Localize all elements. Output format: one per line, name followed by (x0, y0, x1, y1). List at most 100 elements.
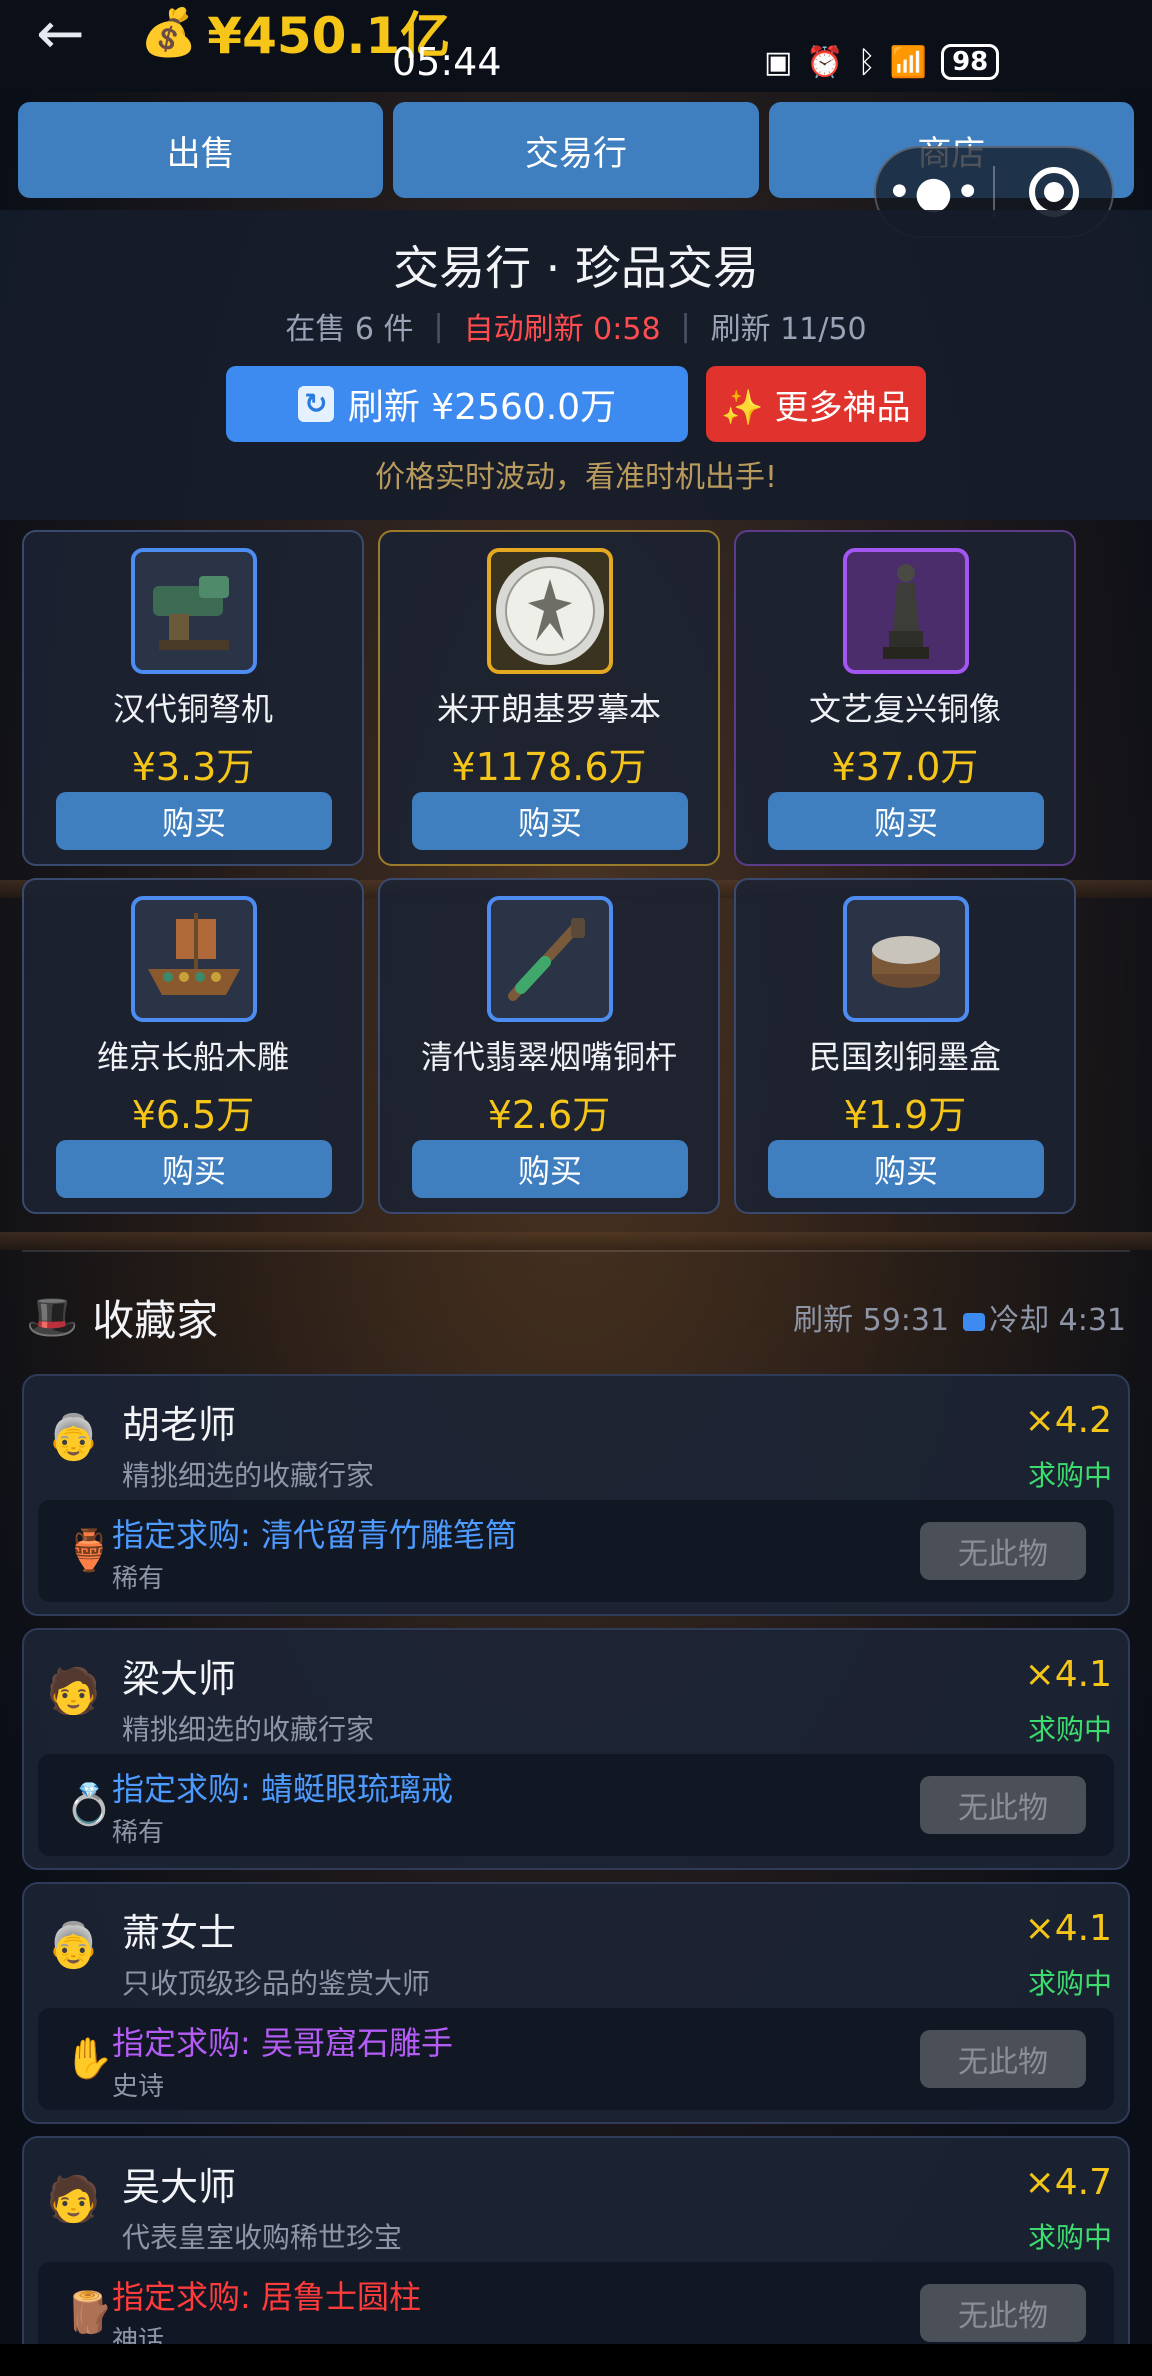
status-badge: 求购中 (1027, 2221, 1112, 2254)
money-bag-icon: 💰 (140, 4, 198, 59)
status-badge: 求购中 (1027, 1713, 1112, 1746)
item-name: 汉代铜弩机 (112, 690, 273, 728)
cooldown-text: 冷却 4:31 (989, 1303, 1126, 1338)
buy-button[interactable]: 购买 (412, 1140, 688, 1198)
item-name: 文艺复兴铜像 (808, 690, 1001, 728)
cooldown-icon (963, 1312, 986, 1331)
request-label: 指定求购: 蜻蜓眼琉璃戒 (112, 1770, 453, 1808)
avatar: 🧑 (46, 1666, 101, 1717)
item-grid: 汉代铜弩机 ¥3.3万 购买 米开朗基罗摹本 ¥1178.6万 购买 文艺复兴铜… (22, 530, 1080, 1214)
item-card: 米开朗基罗摹本 ¥1178.6万 购买 (378, 530, 720, 866)
item-thumbnail[interactable] (487, 548, 613, 674)
item-thumbnail[interactable] (487, 896, 613, 1022)
collector-card: 🧑 吴大师 代表皇室收购稀世珍宝 ×4.7 求购中 🪵 指定求购: 居鲁士圆柱 … (22, 2136, 1130, 2376)
page-title: 交易行 · 珍品交易 (393, 241, 759, 295)
request-label: 指定求购: 吴哥窟石雕手 (112, 2024, 453, 2062)
section-divider (22, 1250, 1130, 1252)
stat-divider: | (680, 308, 691, 344)
stone-hand-icon: ✋ (64, 2036, 114, 2082)
item-card: 清代翡翠烟嘴铜杆 ¥2.6万 购买 (378, 878, 720, 1214)
top-hat-icon: 🎩 (26, 1292, 79, 1341)
refresh-button[interactable]: ↻ 刷新 ¥2560.0万 (226, 366, 688, 442)
price-multiplier: ×4.1 (1024, 1654, 1112, 1695)
refresh-button-label: 刷新 ¥2560.0万 (347, 387, 617, 428)
auto-refresh-timer: 自动刷新 0:58 (463, 312, 661, 347)
collector-list: 👵 胡老师 精挑细选的收藏行家 ×4.2 求购中 🏺 指定求购: 清代留青竹雕笔… (22, 1374, 1130, 2376)
wifi-icon: 📶 (889, 44, 928, 80)
request-label: 指定求购: 清代留青竹雕笔筒 (112, 1516, 517, 1554)
price-multiplier: ×4.2 (1024, 1400, 1112, 1441)
request-rarity: 史诗 (112, 2072, 165, 2102)
on-sale-count: 在售 6 件 (285, 312, 414, 347)
item-price: ¥2.6万 (487, 1093, 611, 1137)
avatar: 🧑 (46, 2174, 101, 2225)
request-box: 💍 指定求购: 蜻蜓眼琉璃戒 稀有 无此物 (38, 1754, 1114, 1856)
collector-name: 梁大师 (122, 1657, 237, 1701)
system-nav-bar (0, 2344, 1152, 2376)
price-multiplier: ×4.1 (1024, 1908, 1112, 1949)
trading-page: ← 💰 ¥450.1亿 05:44 ▣ ⏰ ᛒ 📶 98 出售 交易行 商店 •… (0, 0, 1152, 2376)
item-thumbnail[interactable] (131, 896, 257, 1022)
bronze-statue-icon (883, 564, 929, 659)
item-price: ¥37.0万 (831, 745, 979, 789)
item-thumbnail[interactable] (843, 896, 969, 1022)
no-item-button[interactable]: 无此物 (920, 2284, 1086, 2342)
item-card: 民国刻铜墨盒 ¥1.9万 购买 (734, 878, 1076, 1214)
nfc-icon: ▣ (764, 44, 793, 80)
tab-sell[interactable]: 出售 (18, 102, 384, 198)
collector-desc: 代表皇室收购稀世珍宝 (122, 2221, 403, 2254)
no-item-button[interactable]: 无此物 (920, 1776, 1086, 1834)
bluetooth-icon: ᛒ (857, 44, 876, 80)
request-rarity: 稀有 (112, 1564, 165, 1594)
pipe-icon (508, 918, 585, 1001)
avatar: 👵 (46, 1920, 101, 1971)
shelf-decoration (0, 1232, 1152, 1250)
collector-card: 🧑 梁大师 精挑细选的收藏行家 ×4.1 求购中 💍 指定求购: 蜻蜓眼琉璃戒 … (22, 1628, 1130, 1870)
collectors-title: 收藏家 (92, 1295, 219, 1345)
tab-exchange[interactable]: 交易行 (393, 102, 759, 198)
collectors-refresh-timer: 刷新 59:31 (793, 1303, 950, 1338)
item-name: 民国刻铜墨盒 (808, 1038, 1001, 1076)
item-card: 文艺复兴铜像 ¥37.0万 购买 (734, 530, 1076, 866)
more-treasures-button[interactable]: ✨ 更多神品 (706, 366, 926, 442)
system-icons: ▣ ⏰ ᛒ 📶 98 (764, 44, 1000, 80)
item-card: 汉代铜弩机 ¥3.3万 购买 (22, 530, 364, 866)
medallion-icon (496, 557, 604, 665)
clock: 05:44 (392, 40, 502, 84)
collectors-header: 🎩 收藏家 刷新 59:31 冷却 4:31 (26, 1282, 1126, 1352)
ring-icon: 💍 (64, 1782, 114, 1828)
request-rarity: 稀有 (112, 1818, 165, 1848)
request-box: 🏺 指定求购: 清代留青竹雕笔筒 稀有 无此物 (38, 1500, 1114, 1602)
request-box: ✋ 指定求购: 吴哥窟石雕手 史诗 无此物 (38, 2008, 1114, 2110)
crossbow-icon (153, 576, 229, 650)
collector-name: 吴大师 (122, 2165, 237, 2209)
cooldown-timer: 冷却 4:31 (963, 1295, 1126, 1339)
collector-desc: 只收顶级珍品的鉴赏大师 (122, 1967, 431, 2000)
refresh-count: 刷新 11/50 (710, 312, 867, 347)
header-actions: ↻ 刷新 ¥2560.0万 ✨ 更多神品 (226, 366, 926, 442)
no-item-button[interactable]: 无此物 (920, 1522, 1086, 1580)
back-arrow-icon[interactable]: ← (36, 4, 116, 62)
exchange-stats: 在售 6 件 | 自动刷新 0:58 | 刷新 11/50 (0, 304, 1152, 348)
item-price: ¥3.3万 (131, 745, 255, 789)
ink-box-icon (872, 936, 940, 988)
buy-button[interactable]: 购买 (768, 1140, 1044, 1198)
item-thumbnail[interactable] (131, 548, 257, 674)
item-card: 维京长船木雕 ¥6.5万 购买 (22, 878, 364, 1214)
no-item-button[interactable]: 无此物 (920, 2030, 1086, 2088)
buy-button[interactable]: 购买 (56, 792, 332, 850)
item-thumbnail[interactable] (843, 548, 969, 674)
buy-button[interactable]: 购买 (412, 792, 688, 850)
avatar: 👵 (46, 1412, 101, 1463)
status-badge: 求购中 (1027, 1459, 1112, 1492)
brush-pot-icon: 🏺 (64, 1528, 114, 1574)
buy-button[interactable]: 购买 (768, 792, 1044, 850)
refresh-icon: ↻ (297, 386, 334, 422)
request-label: 指定求购: 居鲁士圆柱 (112, 2278, 421, 2316)
buy-button[interactable]: 购买 (56, 1140, 332, 1198)
viking-ship-icon (148, 913, 240, 995)
item-price: ¥1178.6万 (451, 745, 647, 789)
item-name: 维京长船木雕 (96, 1038, 289, 1076)
item-price: ¥1.9万 (843, 1093, 967, 1137)
collector-name: 胡老师 (122, 1403, 237, 1447)
